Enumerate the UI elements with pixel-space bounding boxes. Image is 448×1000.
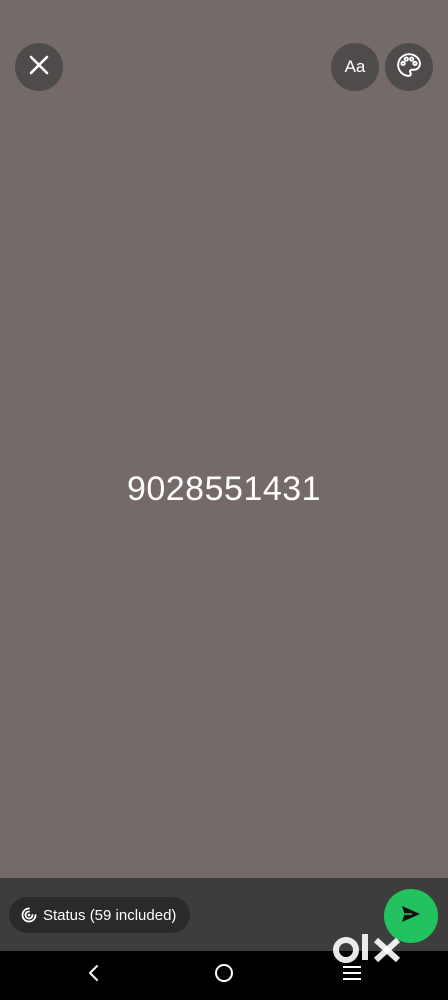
nav-back-button[interactable] [76,951,112,1000]
olx-watermark-logo [332,928,416,972]
palette-icon [396,52,422,83]
status-text[interactable]: 9028551431 [0,470,448,509]
close-button[interactable] [15,43,63,91]
status-audience-button[interactable]: Status (59 included) [9,897,191,933]
status-ring-icon [21,907,37,923]
home-icon [213,962,235,989]
text-style-button[interactable]: Aa [331,43,379,91]
close-icon [28,54,50,81]
text-style-label: Aa [344,57,366,76]
color-palette-button[interactable] [385,43,433,91]
status-composer-screen: Aa 9028551431 Status (59 included) [0,0,448,1000]
send-icon [399,902,423,931]
status-audience-label: Status (59 included) [43,906,177,924]
nav-home-button[interactable] [206,951,242,1000]
back-icon [86,963,102,988]
